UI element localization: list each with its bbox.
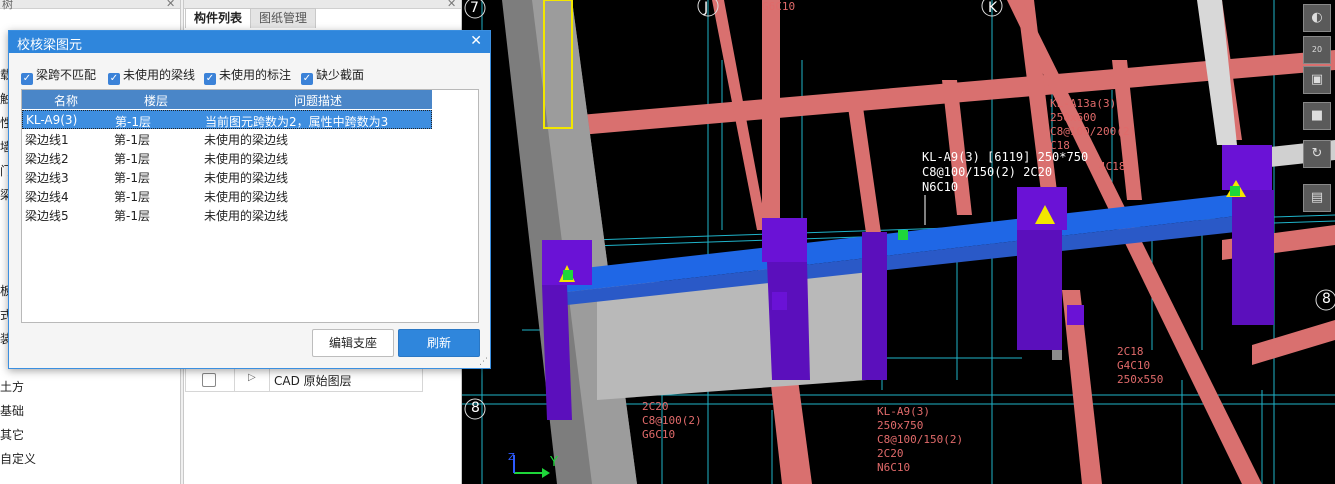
row-name: 梁边线2: [25, 152, 69, 166]
checkbox-checked-icon[interactable]: ✓: [21, 73, 33, 85]
resize-grip-icon[interactable]: ⋰: [479, 357, 488, 367]
filter-unused-beam-line[interactable]: ✓ 未使用的梁线: [108, 66, 196, 85]
layer-name: CAD 原始图层: [274, 374, 352, 388]
orbit-sphere-icon[interactable]: ◐: [1303, 4, 1331, 32]
expand-arrow-icon[interactable]: ▷: [248, 372, 256, 383]
checkbox-checked-icon[interactable]: ✓: [108, 73, 120, 85]
row-name: 梁边线5: [25, 209, 69, 223]
row-floor: 第-1层: [114, 190, 150, 204]
row-floor: 第-1层: [114, 133, 150, 147]
filter-unused-annotation[interactable]: ✓ 未使用的标注: [204, 66, 292, 85]
refresh-button[interactable]: 刷新: [398, 329, 480, 357]
row-floor: 第-1层: [114, 171, 150, 185]
filter-span-mismatch[interactable]: ✓ 梁跨不匹配: [21, 66, 97, 85]
axis-label: 7: [470, 0, 479, 16]
issues-table: 名称 楼层 问题描述 KL-A9(3) 第-1层 当前图元跨数为2，属性中跨数为…: [21, 89, 479, 323]
beam-annotation-pink: KL-A9(3) 250x750 C8@100/150(2) 2C20 N6C1…: [877, 405, 964, 474]
edit-support-button[interactable]: 编辑支座: [312, 329, 394, 357]
checkbox-checked-icon[interactable]: ✓: [301, 73, 313, 85]
table-row[interactable]: 梁边线3 第-1层 未使用的梁边线: [22, 167, 432, 186]
table-row[interactable]: 梁边线2 第-1层 未使用的梁边线: [22, 148, 432, 167]
checkbox-checked-icon[interactable]: ✓: [204, 73, 216, 85]
rotate-icon[interactable]: ↻: [1303, 140, 1331, 168]
row-floor: 第-1层: [114, 209, 150, 223]
column-header-floor[interactable]: 楼层: [144, 92, 168, 109]
row-floor: 第-1层: [114, 152, 150, 166]
row-name: 梁边线3: [25, 171, 69, 185]
tree-item[interactable]: 自定义: [0, 450, 36, 467]
cube-solid-icon[interactable]: ■: [1303, 102, 1331, 130]
tree-item[interactable]: 土方: [0, 378, 24, 395]
filter-label: 未使用的标注: [219, 68, 292, 82]
beam-annotation-pink: G6C10: [762, 0, 796, 13]
left-panel-title: 树: [2, 0, 13, 11]
dialog-titlebar[interactable]: 校核梁图元 ✕: [9, 31, 490, 53]
filter-label: 缺少截面: [316, 68, 365, 82]
beam-annotation-pink: KL-A13a(3) 250x600 C8@100/200(2) C18: [1050, 97, 1137, 152]
axis-y-label: Y: [550, 455, 558, 470]
row-description: 未使用的梁边线: [204, 133, 289, 147]
column-header-name[interactable]: 名称: [54, 92, 78, 109]
close-icon[interactable]: ✕: [470, 33, 482, 49]
check-beam-dialog: 校核梁图元 ✕ ✓ 梁跨不匹配 ✓ 未使用的梁线 ✓ 未使用的标注 ✓ 缺少截面 名称 …: [8, 30, 491, 369]
layers-icon[interactable]: ▤: [1303, 184, 1331, 212]
axis-gizmo: [513, 455, 550, 478]
beam-annotation-pink: 2C18 G4C10 250x550: [1117, 345, 1164, 386]
axis-label: 8: [1322, 291, 1331, 307]
axis-label: K: [988, 0, 998, 16]
row-name: KL-A9(3): [26, 113, 78, 127]
tab-component-list[interactable]: 构件列表: [185, 8, 252, 28]
row-description: 未使用的梁边线: [204, 171, 289, 185]
row-description: 未使用的梁边线: [204, 152, 289, 166]
layer-checkbox[interactable]: [202, 373, 216, 387]
table-row[interactable]: KL-A9(3) 第-1层 当前图元跨数为2，属性中跨数为3: [22, 110, 432, 129]
axis-label: J: [704, 0, 709, 16]
table-row[interactable]: 梁边线5 第-1层 未使用的梁边线: [22, 205, 432, 224]
view-toolbar: ◐ 20 ▣ ■ ↻ ▤: [1303, 0, 1335, 215]
row-description: 未使用的梁边线: [204, 209, 289, 223]
left-panel-header: 树 ✕: [0, 0, 180, 11]
table-row[interactable]: 梁边线4 第-1层 未使用的梁边线: [22, 186, 432, 205]
tree-item[interactable]: 其它: [0, 426, 24, 443]
row-name: 梁边线1: [25, 133, 69, 147]
beam-blue: [567, 190, 1272, 305]
layer-row[interactable]: ▷ CAD 原始图层: [185, 368, 423, 392]
beam-annotation: KL-A9(3) [6119] 250*750 C8@100/150(2) 2C…: [922, 150, 1089, 194]
tree-item[interactable]: 基础: [0, 402, 24, 419]
dialog-title: 校核梁图元: [17, 38, 83, 53]
row-description: 当前图元跨数为2，属性中跨数为3: [205, 115, 389, 129]
filter-label: 未使用的梁线: [123, 68, 196, 82]
column-header-description[interactable]: 问题描述: [294, 92, 342, 109]
beam-annotation-pink: 2C20 C8@100(2) G6C10: [642, 400, 702, 441]
row-floor: 第-1层: [115, 115, 151, 129]
beam-annotation-pink: 4C18: [1099, 160, 1126, 173]
row-name: 梁边线4: [25, 190, 69, 204]
cad-3d-viewport[interactable]: 7 J K 8 8 KL-A9(3) [6119] 250*750 C8@100…: [462, 0, 1335, 484]
close-icon[interactable]: ✕: [447, 0, 456, 10]
table-header: 名称 楼层 问题描述: [22, 90, 432, 109]
row-description: 未使用的梁边线: [204, 190, 289, 204]
zoom-level-button[interactable]: 20: [1303, 36, 1331, 64]
filter-label: 梁跨不匹配: [36, 68, 97, 82]
close-icon[interactable]: ✕: [166, 0, 175, 10]
filter-missing-section[interactable]: ✓ 缺少截面: [301, 66, 365, 85]
axis-z-label: Z: [508, 452, 515, 463]
cube-view-icon[interactable]: ▣: [1303, 66, 1331, 94]
tab-drawing-management[interactable]: 图纸管理: [250, 8, 317, 28]
table-row[interactable]: 梁边线1 第-1层 未使用的梁边线: [22, 129, 432, 148]
axis-label: 8: [471, 400, 480, 416]
